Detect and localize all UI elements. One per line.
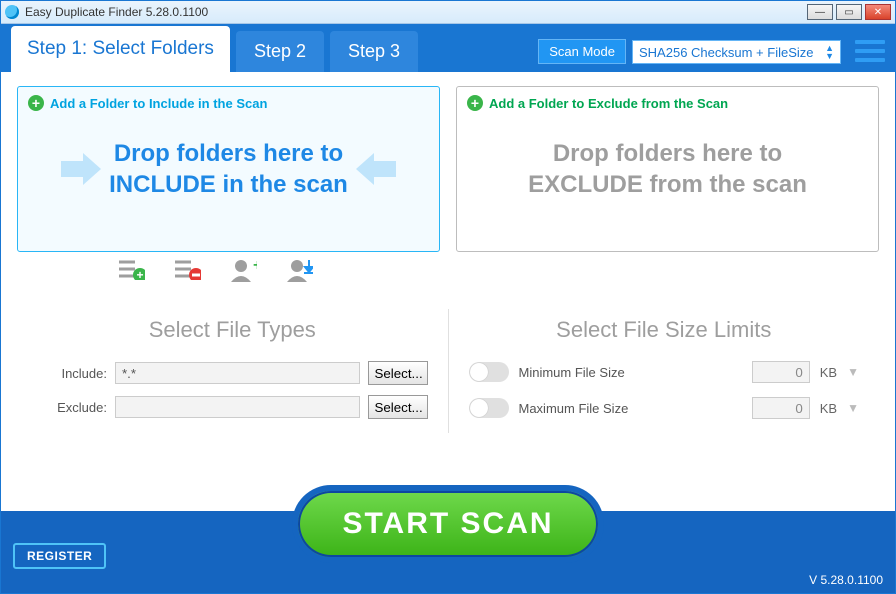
svg-text:+: + xyxy=(253,258,257,274)
app-logo-icon xyxy=(5,5,19,19)
tab-bar: Step 1: Select Folders Step 2 Step 3 Sca… xyxy=(1,24,895,72)
exclude-types-input[interactable] xyxy=(115,396,360,418)
svg-text:+: + xyxy=(136,268,143,280)
footer-bar: REGISTER START SCAN V 5.28.0.1100 xyxy=(1,511,895,593)
chevron-down-icon[interactable]: ▼ xyxy=(847,365,859,379)
remove-list-icon[interactable] xyxy=(173,258,201,285)
drop-zones: + Add a Folder to Include in the Scan Dr… xyxy=(17,86,879,252)
min-size-label: Minimum File Size xyxy=(519,365,742,380)
spinner-icon: ▲▼ xyxy=(825,44,834,60)
file-size-title: Select File Size Limits xyxy=(469,317,860,343)
arrow-left-icon xyxy=(356,153,396,185)
add-list-icon[interactable]: + xyxy=(117,258,145,285)
maximize-button[interactable]: ▭ xyxy=(836,4,862,20)
scan-mode-select[interactable]: SHA256 Checksum + FileSize ▲▼ xyxy=(632,40,841,64)
exclude-drop-hint: Drop folders here toEXCLUDE from the sca… xyxy=(467,119,868,219)
folder-list-toolbar: + + xyxy=(17,252,879,295)
max-size-input[interactable] xyxy=(752,397,810,419)
exclude-types-select-button[interactable]: Select... xyxy=(368,395,428,419)
max-size-toggle[interactable] xyxy=(469,398,509,418)
add-include-label: Add a Folder to Include in the Scan xyxy=(50,96,267,111)
include-types-select-button[interactable]: Select... xyxy=(368,361,428,385)
max-size-label: Maximum File Size xyxy=(519,401,742,416)
main-panel: + Add a Folder to Include in the Scan Dr… xyxy=(1,72,895,511)
file-size-section: Select File Size Limits Minimum File Siz… xyxy=(449,309,880,433)
close-button[interactable]: ✕ xyxy=(865,4,891,20)
add-exclude-folder-link[interactable]: + Add a Folder to Exclude from the Scan xyxy=(467,95,868,111)
include-drop-hint: Drop folders here toINCLUDE in the scan xyxy=(28,119,429,219)
window-controls: — ▭ ✕ xyxy=(807,4,891,20)
file-types-section: Select File Types Include: Select... Exc… xyxy=(17,309,449,433)
min-size-unit: KB xyxy=(820,365,837,380)
plus-icon: + xyxy=(28,95,44,111)
chevron-down-icon[interactable]: ▼ xyxy=(847,401,859,415)
menu-button[interactable] xyxy=(855,36,885,66)
arrow-right-icon xyxy=(61,153,101,185)
include-types-label: Include: xyxy=(37,366,107,381)
options-row: Select File Types Include: Select... Exc… xyxy=(17,309,879,433)
min-size-row: Minimum File Size KB ▼ xyxy=(469,361,860,383)
min-size-toggle[interactable] xyxy=(469,362,509,382)
include-types-input[interactable] xyxy=(115,362,360,384)
exclude-types-label: Exclude: xyxy=(37,400,107,415)
tab-step2[interactable]: Step 2 xyxy=(236,31,324,72)
add-exclude-label: Add a Folder to Exclude from the Scan xyxy=(489,96,728,111)
file-types-title: Select File Types xyxy=(37,317,428,343)
register-button[interactable]: REGISTER xyxy=(13,543,106,569)
exclude-types-row: Exclude: Select... xyxy=(37,395,428,419)
minimize-button[interactable]: — xyxy=(807,4,833,20)
max-size-unit: KB xyxy=(820,401,837,416)
plus-icon: + xyxy=(467,95,483,111)
window-title: Easy Duplicate Finder 5.28.0.1100 xyxy=(25,5,807,19)
import-user-icon[interactable] xyxy=(285,258,313,285)
tab-step3[interactable]: Step 3 xyxy=(330,31,418,72)
add-include-folder-link[interactable]: + Add a Folder to Include in the Scan xyxy=(28,95,429,111)
app-window: Easy Duplicate Finder 5.28.0.1100 — ▭ ✕ … xyxy=(0,0,896,594)
exclude-dropzone[interactable]: + Add a Folder to Exclude from the Scan … xyxy=(456,86,879,252)
include-types-row: Include: Select... xyxy=(37,361,428,385)
scan-mode-label: Scan Mode xyxy=(538,39,626,64)
min-size-input[interactable] xyxy=(752,361,810,383)
add-user-icon[interactable]: + xyxy=(229,258,257,285)
include-dropzone[interactable]: + Add a Folder to Include in the Scan Dr… xyxy=(17,86,440,252)
max-size-row: Maximum File Size KB ▼ xyxy=(469,397,860,419)
version-label: V 5.28.0.1100 xyxy=(809,573,883,587)
tab-step1[interactable]: Step 1: Select Folders xyxy=(11,26,230,72)
start-scan-button[interactable]: START SCAN xyxy=(292,485,604,563)
title-bar: Easy Duplicate Finder 5.28.0.1100 — ▭ ✕ xyxy=(1,1,895,24)
scan-mode-value: SHA256 Checksum + FileSize xyxy=(639,45,814,60)
